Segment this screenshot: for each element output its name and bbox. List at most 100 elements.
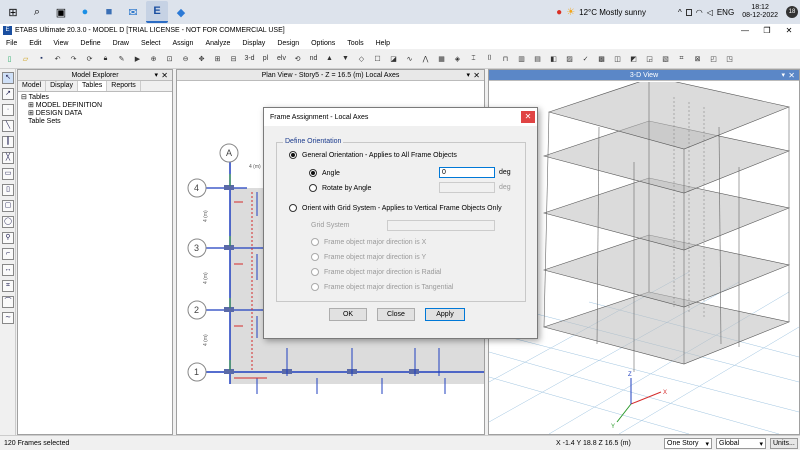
rotate-view-icon[interactable]: ⟲ (291, 52, 304, 66)
deformed-shape-icon[interactable]: ∿ (403, 52, 416, 66)
units-button[interactable]: Units... (770, 438, 798, 449)
close-explorer-icon[interactable]: ✕ (161, 70, 168, 81)
tree-item-model-definition[interactable]: ⊞ MODEL DEFINITION (21, 102, 172, 110)
weather-icon[interactable]: ☀ (566, 7, 575, 18)
draw-beam-icon[interactable]: ╲ (2, 120, 14, 132)
apply-button[interactable]: Apply (425, 308, 465, 321)
menu-analyze[interactable]: Analyze (199, 40, 236, 47)
nd-button[interactable]: nd (307, 52, 320, 66)
tray-chevron-icon[interactable]: ^ (678, 8, 682, 17)
tool-h-icon[interactable]: ◰ (707, 52, 720, 66)
task-view-icon[interactable]: ▣ (50, 1, 72, 23)
menu-display[interactable]: Display (236, 40, 271, 47)
pointer-icon[interactable]: ↖ (2, 72, 14, 84)
steel-frame-icon[interactable]: ⌶ (467, 52, 480, 66)
tree-item-tables[interactable]: ⊟ Tables (21, 94, 172, 102)
app-icon[interactable]: ◆ (170, 1, 192, 23)
move-up-icon[interactable]: ▲ (323, 52, 336, 66)
draw-brace-icon[interactable]: ╳ (2, 152, 14, 164)
mail-icon[interactable]: ✉ (122, 1, 144, 23)
view-options-icon[interactable]: ◪ (387, 52, 400, 66)
menu-help[interactable]: Help (370, 40, 396, 47)
tab-display[interactable]: Display (46, 81, 79, 91)
concrete-frame-icon[interactable]: ⌷ (483, 52, 496, 66)
move-down-icon[interactable]: ▼ (339, 52, 352, 66)
language-indicator[interactable]: ENG (717, 8, 734, 17)
angle-input[interactable]: 0 (439, 167, 495, 178)
draw-floor-icon[interactable]: ▭ (2, 168, 14, 180)
rotate-angle-input[interactable] (439, 182, 495, 193)
draw-column-icon[interactable]: ┃ (2, 136, 14, 148)
draw-dimension-icon[interactable]: ↔ (2, 264, 14, 276)
radio-major-y[interactable]: Frame object major direction is Y (311, 253, 426, 261)
detailing-icon[interactable]: ◧ (547, 52, 560, 66)
menu-design[interactable]: Design (271, 40, 305, 47)
pane-menu-icon[interactable]: ▾ (781, 70, 785, 81)
shear-wall-icon[interactable]: ▥ (515, 52, 528, 66)
etabs-taskbar-icon[interactable]: E (146, 1, 168, 23)
menu-view[interactable]: View (47, 40, 74, 47)
draw-wall-icon[interactable]: ▯ (2, 184, 14, 196)
tool-b-icon[interactable]: ◫ (611, 52, 624, 66)
menu-draw[interactable]: Draw (107, 40, 135, 47)
notification-badge[interactable]: 18 (786, 6, 798, 18)
run-analysis-icon[interactable]: ▶ (131, 52, 144, 66)
tree-item-design-data[interactable]: ⊞ DESIGN DATA (21, 110, 172, 118)
weather-text[interactable]: 12°C Mostly sunny (579, 8, 646, 17)
menu-file[interactable]: File (0, 40, 23, 47)
edge-icon[interactable]: ● (74, 1, 96, 23)
draw-grid-icon[interactable]: ⌗ (2, 280, 14, 292)
elevation-view-button[interactable]: elv (275, 52, 288, 66)
radio-major-tangential[interactable]: Frame object major direction is Tangenti… (311, 283, 453, 291)
menu-options[interactable]: Options (305, 40, 341, 47)
pane-menu-icon[interactable]: ▾ (154, 70, 158, 81)
radio-major-radial[interactable]: Frame object major direction is Radial (311, 268, 442, 276)
design-icon[interactable]: ◈ (451, 52, 464, 66)
radio-major-x[interactable]: Frame object major direction is X (311, 238, 426, 246)
zoom-previous-icon[interactable]: ⊟ (227, 52, 240, 66)
wifi-icon[interactable]: ◠ (696, 8, 703, 17)
grid-system-select[interactable] (387, 220, 495, 231)
zoom-in-icon[interactable]: ⊕ (147, 52, 160, 66)
pan-icon[interactable]: ✥ (195, 52, 208, 66)
menu-select[interactable]: Select (135, 40, 166, 47)
tab-reports[interactable]: Reports (107, 81, 141, 91)
zoom-window-icon[interactable]: ⊡ (163, 52, 176, 66)
undo-icon[interactable]: ↶ (51, 52, 64, 66)
tool-d-icon[interactable]: ◲ (643, 52, 656, 66)
force-diagram-icon[interactable]: ⋀ (419, 52, 432, 66)
radio-rotate-by-angle[interactable]: Rotate by Angle (309, 184, 371, 192)
plan-view-button[interactable]: pl (259, 52, 272, 66)
draw-link-icon[interactable]: ⚲ (2, 232, 14, 244)
pane-menu-icon[interactable]: ▾ (466, 70, 470, 81)
report-icon[interactable]: ▨ (563, 52, 576, 66)
tool-a-icon[interactable]: ▩ (595, 52, 608, 66)
maximize-button[interactable]: ❐ (756, 24, 778, 37)
object-shrink-icon[interactable]: ◇ (355, 52, 368, 66)
draw-tendon-icon[interactable]: ⌒ (2, 296, 14, 308)
battery-icon[interactable] (685, 8, 692, 16)
ok-button[interactable]: OK (329, 308, 367, 321)
story-dropdown[interactable]: One Story ▾ (664, 438, 712, 449)
pencil-icon[interactable]: ✎ (115, 52, 128, 66)
tree-item-table-sets[interactable]: Table Sets (21, 118, 172, 126)
composite-icon[interactable]: ⊓ (499, 52, 512, 66)
draw-section-icon[interactable]: ⌐ (2, 248, 14, 260)
menu-assign[interactable]: Assign (166, 40, 199, 47)
check-icon[interactable]: ✓ (579, 52, 592, 66)
tool-g-icon[interactable]: ⊠ (691, 52, 704, 66)
menu-tools[interactable]: Tools (341, 40, 369, 47)
coord-system-dropdown[interactable]: Global ▾ (716, 438, 766, 449)
slab-icon[interactable]: ▤ (531, 52, 544, 66)
close-app-button[interactable]: ✕ (778, 24, 800, 37)
draw-opening-icon[interactable]: ▢ (2, 200, 14, 212)
draw-region-icon[interactable]: ◯ (2, 216, 14, 228)
draw-developed-icon[interactable]: ∼ (2, 312, 14, 324)
tab-tables[interactable]: Tables (78, 81, 108, 91)
draw-joint-icon[interactable]: · (2, 104, 14, 116)
refresh-icon[interactable]: ⟳ (83, 52, 96, 66)
menu-define[interactable]: Define (74, 40, 106, 47)
tool-i-icon[interactable]: ◳ (723, 52, 736, 66)
chrome-icon[interactable]: ● (556, 7, 562, 18)
zoom-extents-icon[interactable]: ⊞ (211, 52, 224, 66)
